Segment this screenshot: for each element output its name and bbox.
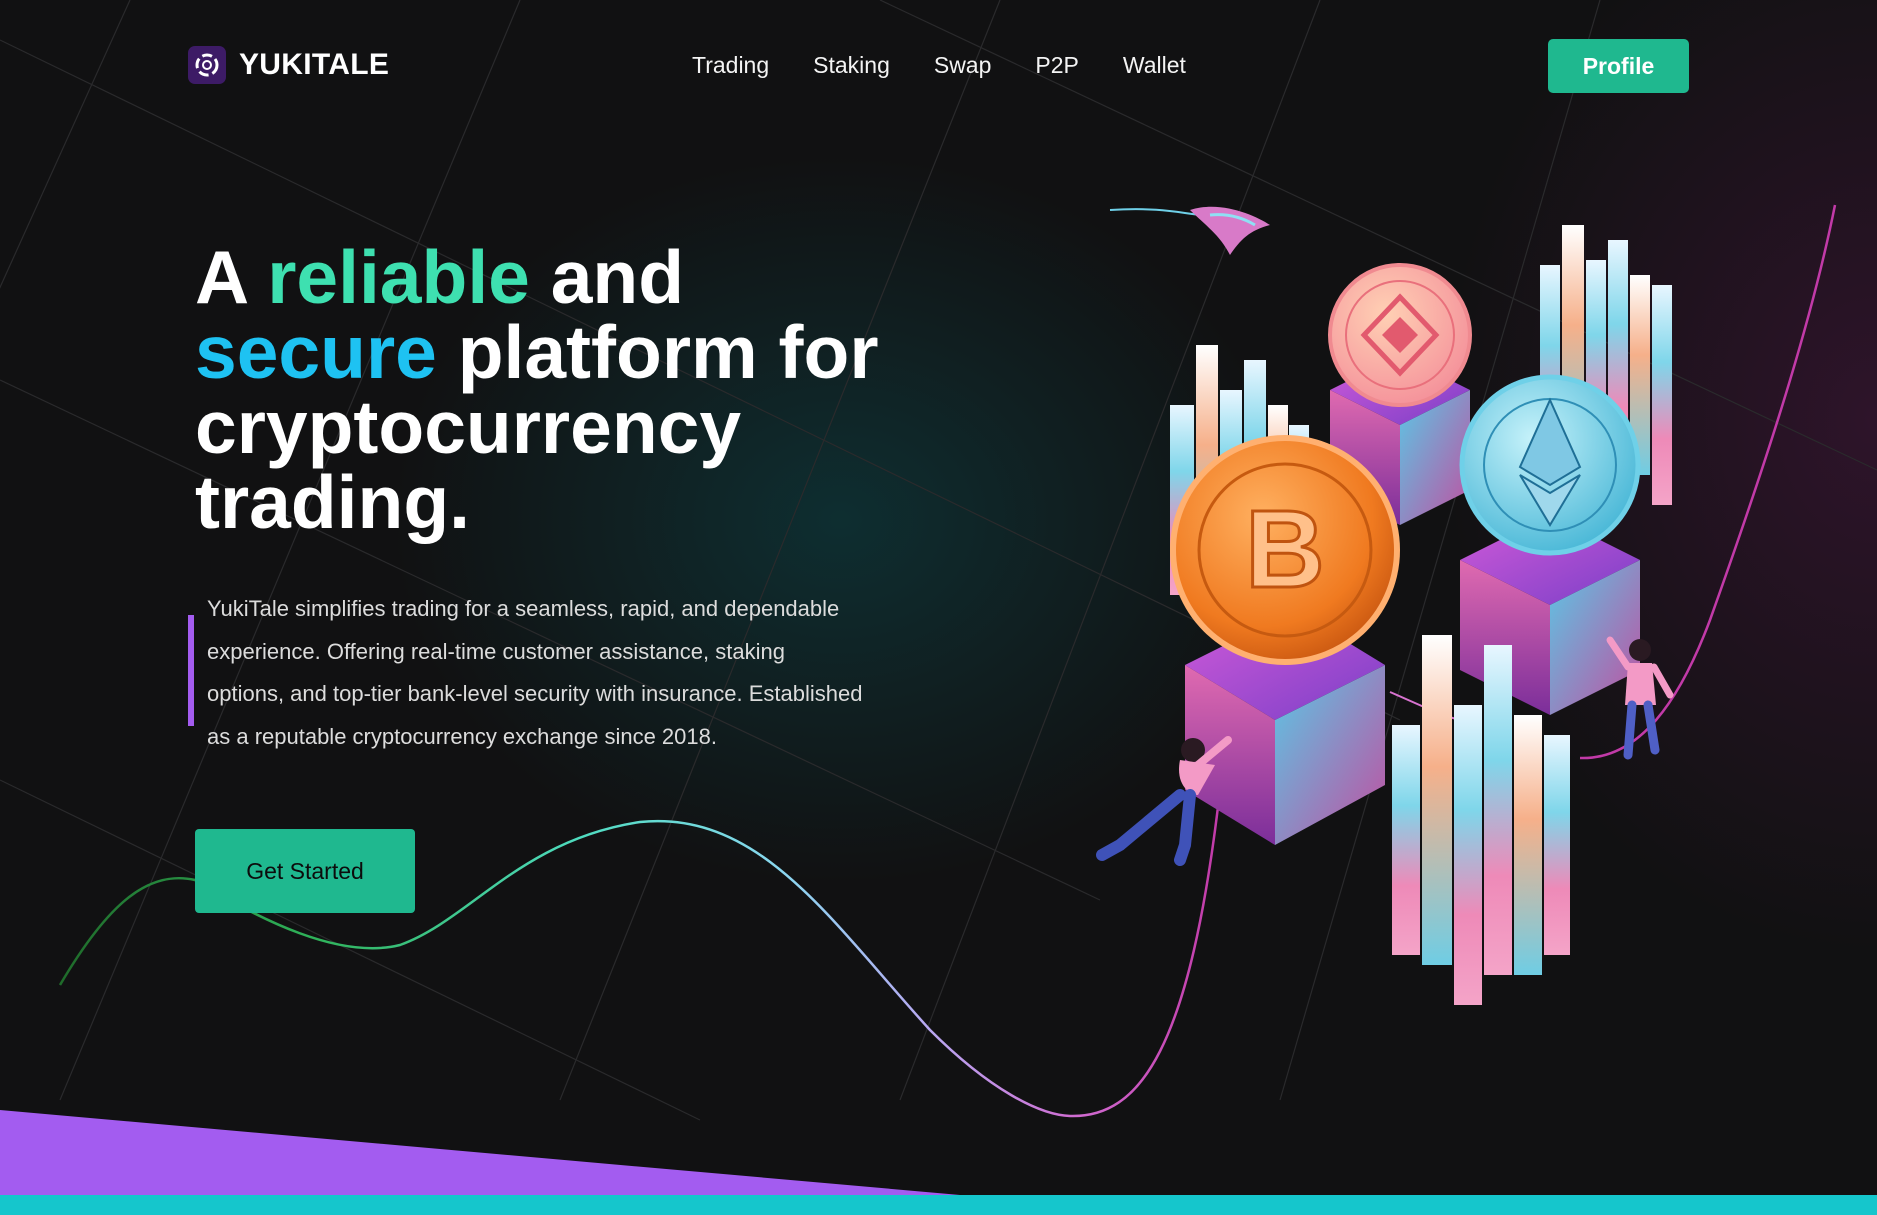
nav-item-trading[interactable]: Trading — [692, 52, 769, 79]
ethereum-coin — [1459, 374, 1641, 556]
hero-description: YukiTale simplifies trading for a seamle… — [207, 596, 863, 749]
hero-title-part1: A — [195, 235, 268, 319]
brand-logo[interactable]: YUKITALE — [188, 46, 389, 84]
hero-title-part2: and — [529, 235, 685, 319]
hero-title: A reliable and secure platform for crypt… — [195, 240, 915, 540]
bitcoin-coin: B — [1170, 435, 1400, 665]
hero-title-highlight-secure: secure — [195, 310, 437, 394]
waving-person-figure — [1606, 636, 1674, 760]
crypto-illustration: B — [1096, 206, 1674, 1005]
nav-item-wallet[interactable]: Wallet — [1123, 52, 1186, 79]
nav-item-p2p[interactable]: P2P — [1035, 52, 1078, 79]
get-started-button[interactable]: Get Started — [195, 829, 415, 913]
description-accent-bar — [188, 615, 194, 726]
bitcoin-coin-symbol: B — [1245, 488, 1324, 611]
hero-title-highlight-reliable: reliable — [267, 235, 530, 319]
bottom-color-bands — [0, 1110, 1877, 1215]
nav-item-staking[interactable]: Staking — [813, 52, 890, 79]
binance-coin — [1328, 263, 1472, 407]
yukitale-logo-icon — [188, 46, 226, 84]
manta-ray-figure — [1109, 206, 1270, 255]
nav-item-swap[interactable]: Swap — [934, 52, 992, 79]
profile-button[interactable]: Profile — [1548, 39, 1689, 93]
landing-page: YUKITALE Trading Staking Swap P2P Wallet… — [0, 0, 1877, 1215]
main-nav: Trading Staking Swap P2P Wallet — [692, 52, 1186, 79]
brand-name: YUKITALE — [239, 48, 390, 81]
